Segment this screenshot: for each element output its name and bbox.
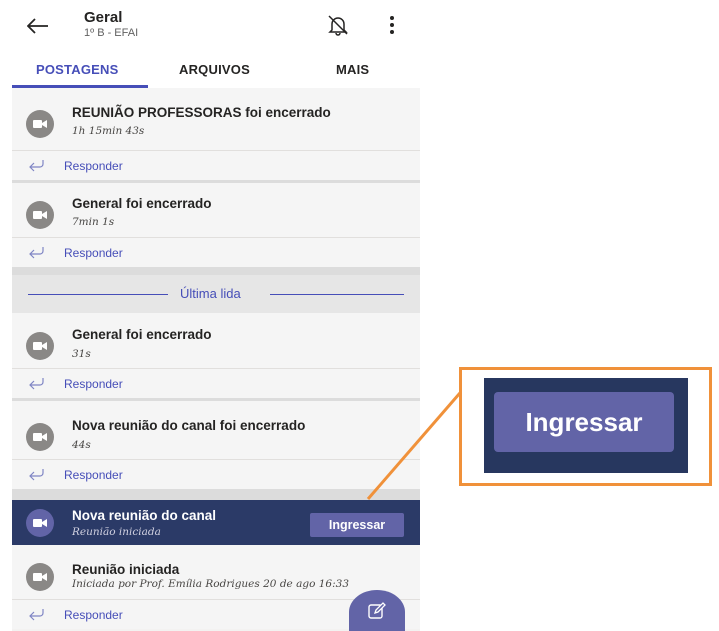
reply-button[interactable]: Responder [64,159,123,173]
reply-arrow-icon [28,376,44,390]
list-item[interactable]: Reunião iniciada Iniciada por Prof. Emíl… [12,545,420,599]
reply-row[interactable]: Responder [12,368,420,398]
last-read-divider: Última lida [12,275,420,313]
tab-arquivos[interactable]: ARQUIVOS [179,62,250,77]
teams-phone-screen: Geral 1º B - EFAI POSTAGENS ARQUIVOS MAI… [12,0,420,631]
more-options-icon[interactable] [382,12,402,38]
new-post-button[interactable] [349,590,405,631]
reply-row[interactable]: Responder [12,459,420,489]
reply-arrow-icon [28,467,44,481]
last-read-label: Última lida [180,286,241,301]
post-title: Nova reunião do canal foi encerrado [72,418,306,433]
divider-line [28,294,168,295]
list-item[interactable]: Nova reunião do canal foi encerrado 44s [12,401,420,459]
reply-arrow-icon [28,245,44,259]
channel-tabs: POSTAGENS ARQUIVOS MAIS [12,52,420,88]
reply-button[interactable]: Responder [64,608,123,622]
video-camera-icon [26,563,54,591]
video-camera-icon [26,110,54,138]
post-duration: 7min 1s [72,216,115,228]
post-title: REUNIÃO PROFESSORAS foi encerrado [72,105,331,120]
list-item[interactable]: General foi encerrado 7min 1s [12,183,420,237]
tab-mais[interactable]: MAIS [336,62,369,77]
back-arrow-icon[interactable] [22,10,54,42]
post-meta: Iniciada por Prof. Emília Rodrigues 20 d… [72,578,349,590]
reply-arrow-icon [28,158,44,172]
post-duration: 31s [72,348,91,360]
reply-row[interactable]: Responder [12,237,420,267]
reply-arrow-icon [28,607,44,621]
join-meeting-button[interactable]: Ingressar [310,513,404,537]
list-item[interactable]: General foi encerrado 31s [12,313,420,368]
post-title: General foi encerrado [72,327,212,342]
post-title: Reunião iniciada [72,562,180,577]
divider-line [270,294,404,295]
post-duration: 1h 15min 43s [72,125,145,137]
channel-title: Geral [84,9,123,26]
meeting-status: Reunião iniciada [72,526,161,538]
divider [12,489,420,500]
video-camera-icon [26,509,54,537]
reply-button[interactable]: Responder [64,246,123,260]
join-meeting-button-zoomed[interactable]: Ingressar [494,392,674,452]
post-duration: 44s [72,439,91,451]
video-camera-icon [26,332,54,360]
active-meeting-banner[interactable]: Nova reunião do canal Reunião iniciada I… [12,500,420,545]
notifications-off-icon[interactable] [325,12,351,38]
meeting-title: Nova reunião do canal [72,508,217,523]
post-title: General foi encerrado [72,196,212,211]
list-item[interactable]: REUNIÃO PROFESSORAS foi encerrado 1h 15m… [12,88,420,150]
compose-icon [368,602,386,619]
tab-postagens[interactable]: POSTAGENS [36,62,118,77]
divider [12,267,420,275]
posts-feed[interactable]: REUNIÃO PROFESSORAS foi encerrado 1h 15m… [12,88,420,631]
team-subtitle: 1º B - EFAI [84,27,139,39]
reply-row[interactable]: Responder [12,150,420,180]
reply-button[interactable]: Responder [64,377,123,391]
video-camera-icon [26,423,54,451]
video-camera-icon [26,201,54,229]
channel-header: Geral 1º B - EFAI [12,0,420,52]
reply-button[interactable]: Responder [64,468,123,482]
